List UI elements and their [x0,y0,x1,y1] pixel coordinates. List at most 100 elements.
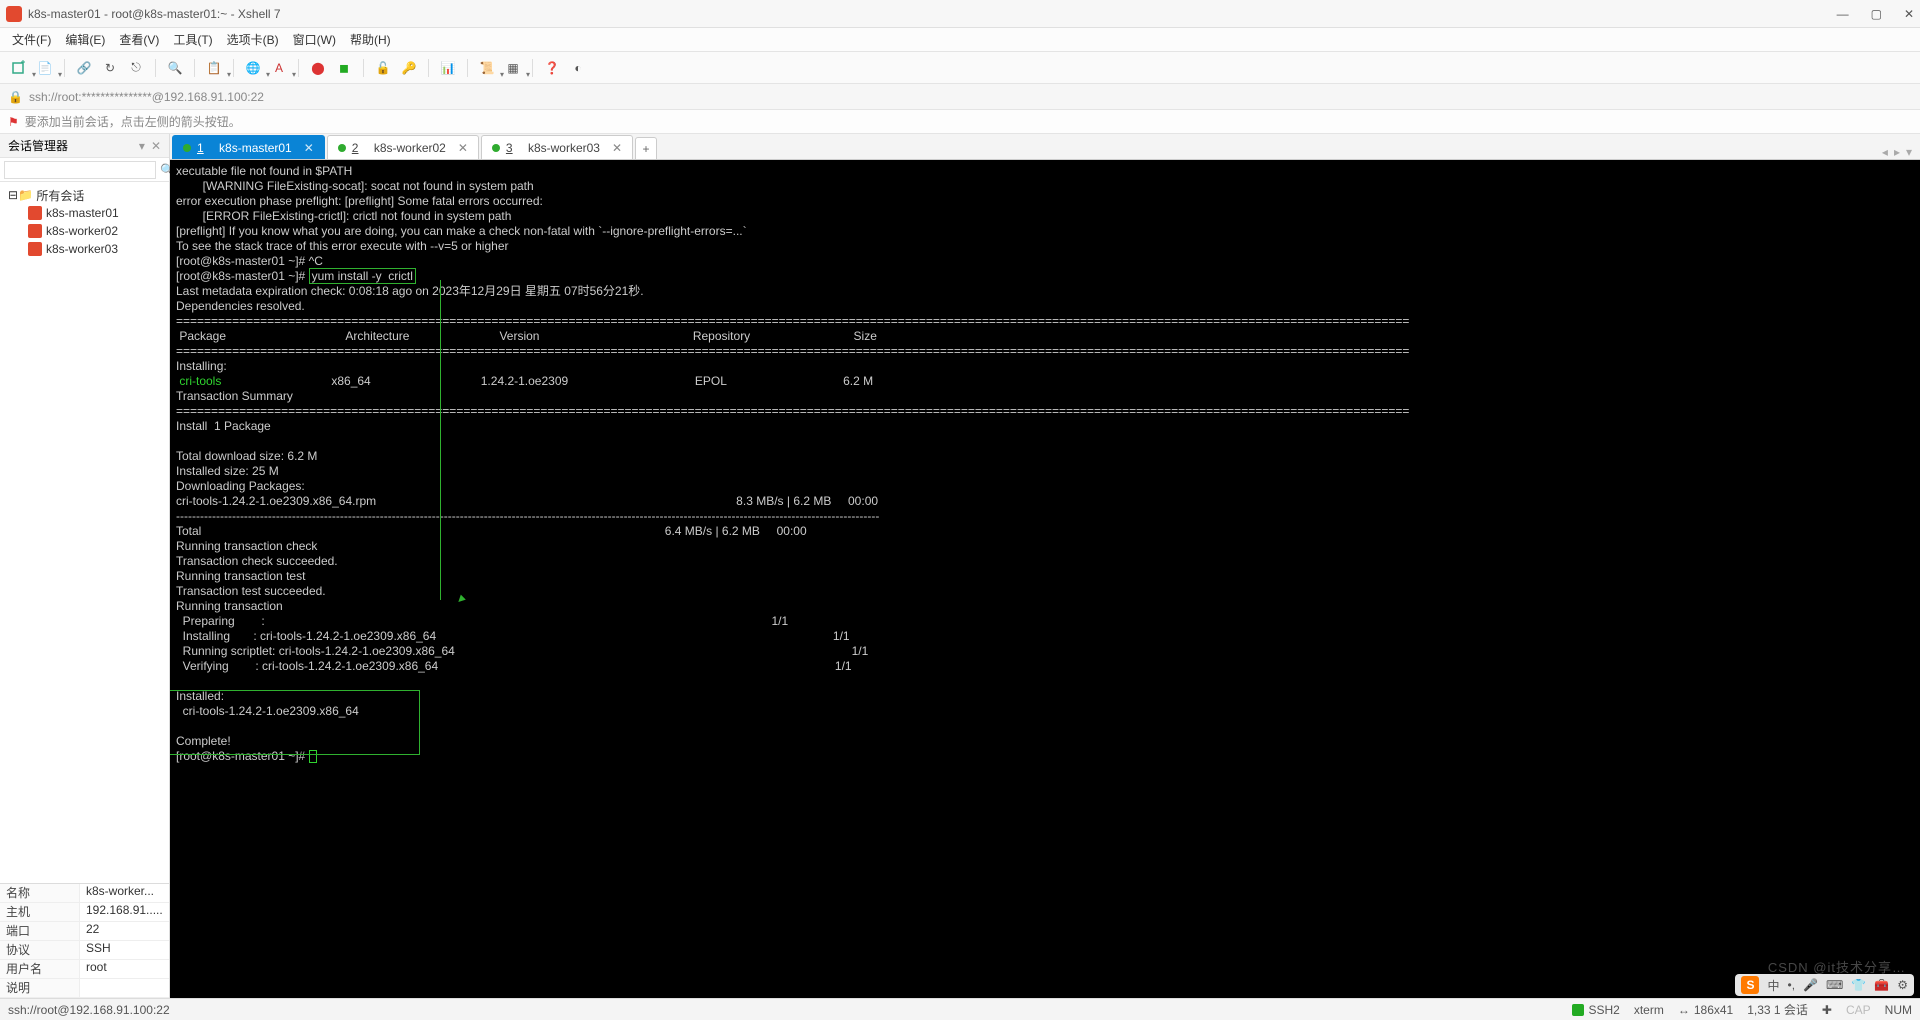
layout-icon[interactable]: ▦ [502,57,524,79]
menu-tools[interactable]: 工具(T) [173,31,212,48]
address-text: ssh://root:***************@192.168.91.10… [29,90,264,104]
close-button[interactable]: ✕ [1904,7,1914,21]
toolbar: 📄 🔗 ↻ ⎋ 🔍 📋 🌐 A ⬤ ◼ 🔓 🔑 📊 📜 ▦ ❓ ◐ [0,52,1920,84]
tab-close-icon[interactable]: ✕ [304,141,314,155]
menu-help[interactable]: 帮助(H) [350,31,391,48]
hint-bar: ⚑ 要添加当前会话，点击左侧的箭头按钮。 [0,110,1920,134]
ime-logo-icon: S [1741,976,1759,994]
term-text: xecutable file not found in $PATH [WARNI… [176,164,747,283]
xftp-icon[interactable]: 📊 [437,57,459,79]
terminal[interactable]: xecutable file not found in $PATH [WARNI… [170,160,1920,998]
prop-val [80,979,169,997]
ime-bar[interactable]: S 中 •, 🎤 ⌨ 👕 🧰 ⚙ [1735,974,1914,996]
tree-host-1[interactable]: k8s-worker02 [46,224,118,238]
session-properties: 名称k8s-worker... 主机192.168.91..... 端口22 协… [0,883,169,998]
open-session-icon[interactable]: 📄 [34,57,56,79]
status-dot-icon [492,144,500,152]
new-session-icon[interactable] [8,57,30,79]
app-logo-icon [6,6,22,22]
ime-punct-icon[interactable]: •, [1788,978,1796,992]
status-dot-icon [183,144,191,152]
menu-window[interactable]: 窗口(W) [293,31,336,48]
status-rowcol: 1,33 1 会话 [1747,1001,1808,1018]
lock-icon[interactable]: 🔓 [372,57,394,79]
term-text: Total 6.4 MB/s | 6.2 MB 00:00 Running tr… [176,524,868,748]
tab-worker02[interactable]: 2 k8s-worker02✕ [327,135,479,159]
link-icon[interactable]: 🔗 [73,57,95,79]
term-header: Package Architecture Version Repository … [176,329,877,343]
ime-keyboard-icon[interactable]: ⌨ [1826,978,1843,992]
tab-list-icon[interactable]: ▾ [1906,145,1912,159]
ime-settings-icon[interactable]: ⚙ [1897,978,1908,992]
tree-collapse-icon[interactable]: ⊟ [8,188,18,202]
reconnect-icon[interactable]: ↻ [99,57,121,79]
ime-lang[interactable]: 中 [1767,977,1779,994]
prop-val: 192.168.91..... [80,903,169,921]
host-icon [28,224,42,238]
status-term: xterm [1634,1003,1664,1017]
session-search-input[interactable] [4,161,156,179]
tab-worker03[interactable]: 3 k8s-worker03✕ [481,135,633,159]
script-icon[interactable]: 📜 [476,57,498,79]
sidebar-close-icon[interactable]: ✕ [151,139,161,153]
ssh-status-icon [1572,1004,1584,1016]
flag-icon: ⚑ [8,115,19,129]
status-bar: ssh://root@192.168.91.100:22 SSH2 xterm … [0,998,1920,1020]
prop-key: 名称 [0,884,80,902]
term-package: cri-tools [176,374,221,388]
ime-mic-icon[interactable]: 🎤 [1803,978,1818,992]
ime-tool-icon[interactable]: 🧰 [1874,978,1889,992]
menu-edit[interactable]: 编辑(E) [65,31,105,48]
term-text: x86_64 1.24.2-1.oe2309 EPOL 6.2 M [221,374,873,388]
term-text: Last metadata expiration check: 0:08:18 … [176,284,644,313]
host-icon [28,206,42,220]
add-tab-button[interactable]: + [635,137,657,159]
tree-host-2[interactable]: k8s-worker03 [46,242,118,256]
tab-next-icon[interactable]: ▸ [1894,145,1900,159]
status-ssh: SSH2 [1588,1003,1619,1017]
tab-close-icon[interactable]: ✕ [612,141,622,155]
session-tree[interactable]: ⊟📁 所有会话 k8s-master01 k8s-worker02 k8s-wo… [0,182,169,883]
cursor-icon [309,750,317,763]
menu-tab[interactable]: 选项卡(B) [227,31,279,48]
about-icon[interactable]: ◐ [567,57,589,79]
lock-small-icon: 🔒 [8,90,23,104]
sidebar-pin-icon[interactable]: ▾ [139,139,145,153]
hint-text: 要添加当前会话，点击左侧的箭头按钮。 [25,113,241,130]
stop-icon[interactable]: ◼ [333,57,355,79]
maximize-button[interactable]: ▢ [1871,7,1882,21]
prop-key: 用户名 [0,960,80,978]
status-num: NUM [1885,1003,1912,1017]
plus-icon[interactable]: ✚ [1822,1003,1832,1017]
status-caps: CAP [1846,1003,1871,1017]
menu-file[interactable]: 文件(F) [12,31,51,48]
tab-close-icon[interactable]: ✕ [458,141,468,155]
term-text: Transaction Summary [176,389,293,403]
term-prompt: [root@k8s-master01 ~]# [176,749,309,763]
ime-skin-icon[interactable]: 👕 [1851,978,1866,992]
tree-host-0[interactable]: k8s-master01 [46,206,119,220]
font-icon[interactable]: A [268,57,290,79]
window-title: k8s-master01 - root@k8s-master01:~ - Xsh… [28,7,281,21]
address-bar[interactable]: 🔒 ssh://root:***************@192.168.91.… [0,84,1920,110]
tab-prev-icon[interactable]: ◂ [1882,145,1888,159]
annotation-arrowhead-icon: ▼ [451,590,470,609]
highlighted-command: yum install -y crictl [309,268,416,284]
minimize-button[interactable]: — [1837,7,1849,21]
key-icon[interactable]: 🔑 [398,57,420,79]
copy-icon[interactable]: 📋 [203,57,225,79]
disconnect-icon[interactable]: ⎋ [125,57,147,79]
prop-val: 22 [80,922,169,940]
status-dot-icon [338,144,346,152]
search-icon[interactable]: 🔍 [164,57,186,79]
globe-icon[interactable]: 🌐 [242,57,264,79]
size-icon: ↔ [1678,1003,1690,1017]
tab-master01[interactable]: 1 k8s-master01✕ [172,135,325,159]
prop-val: root [80,960,169,978]
help-icon[interactable]: ❓ [541,57,563,79]
record-icon[interactable]: ⬤ [307,57,329,79]
tree-root[interactable]: 所有会话 [36,187,84,204]
tab-strip: 1 k8s-master01✕ 2 k8s-worker02✕ 3 k8s-wo… [170,134,1920,160]
menu-view[interactable]: 查看(V) [119,31,159,48]
folder-icon: 📁 [18,188,33,202]
